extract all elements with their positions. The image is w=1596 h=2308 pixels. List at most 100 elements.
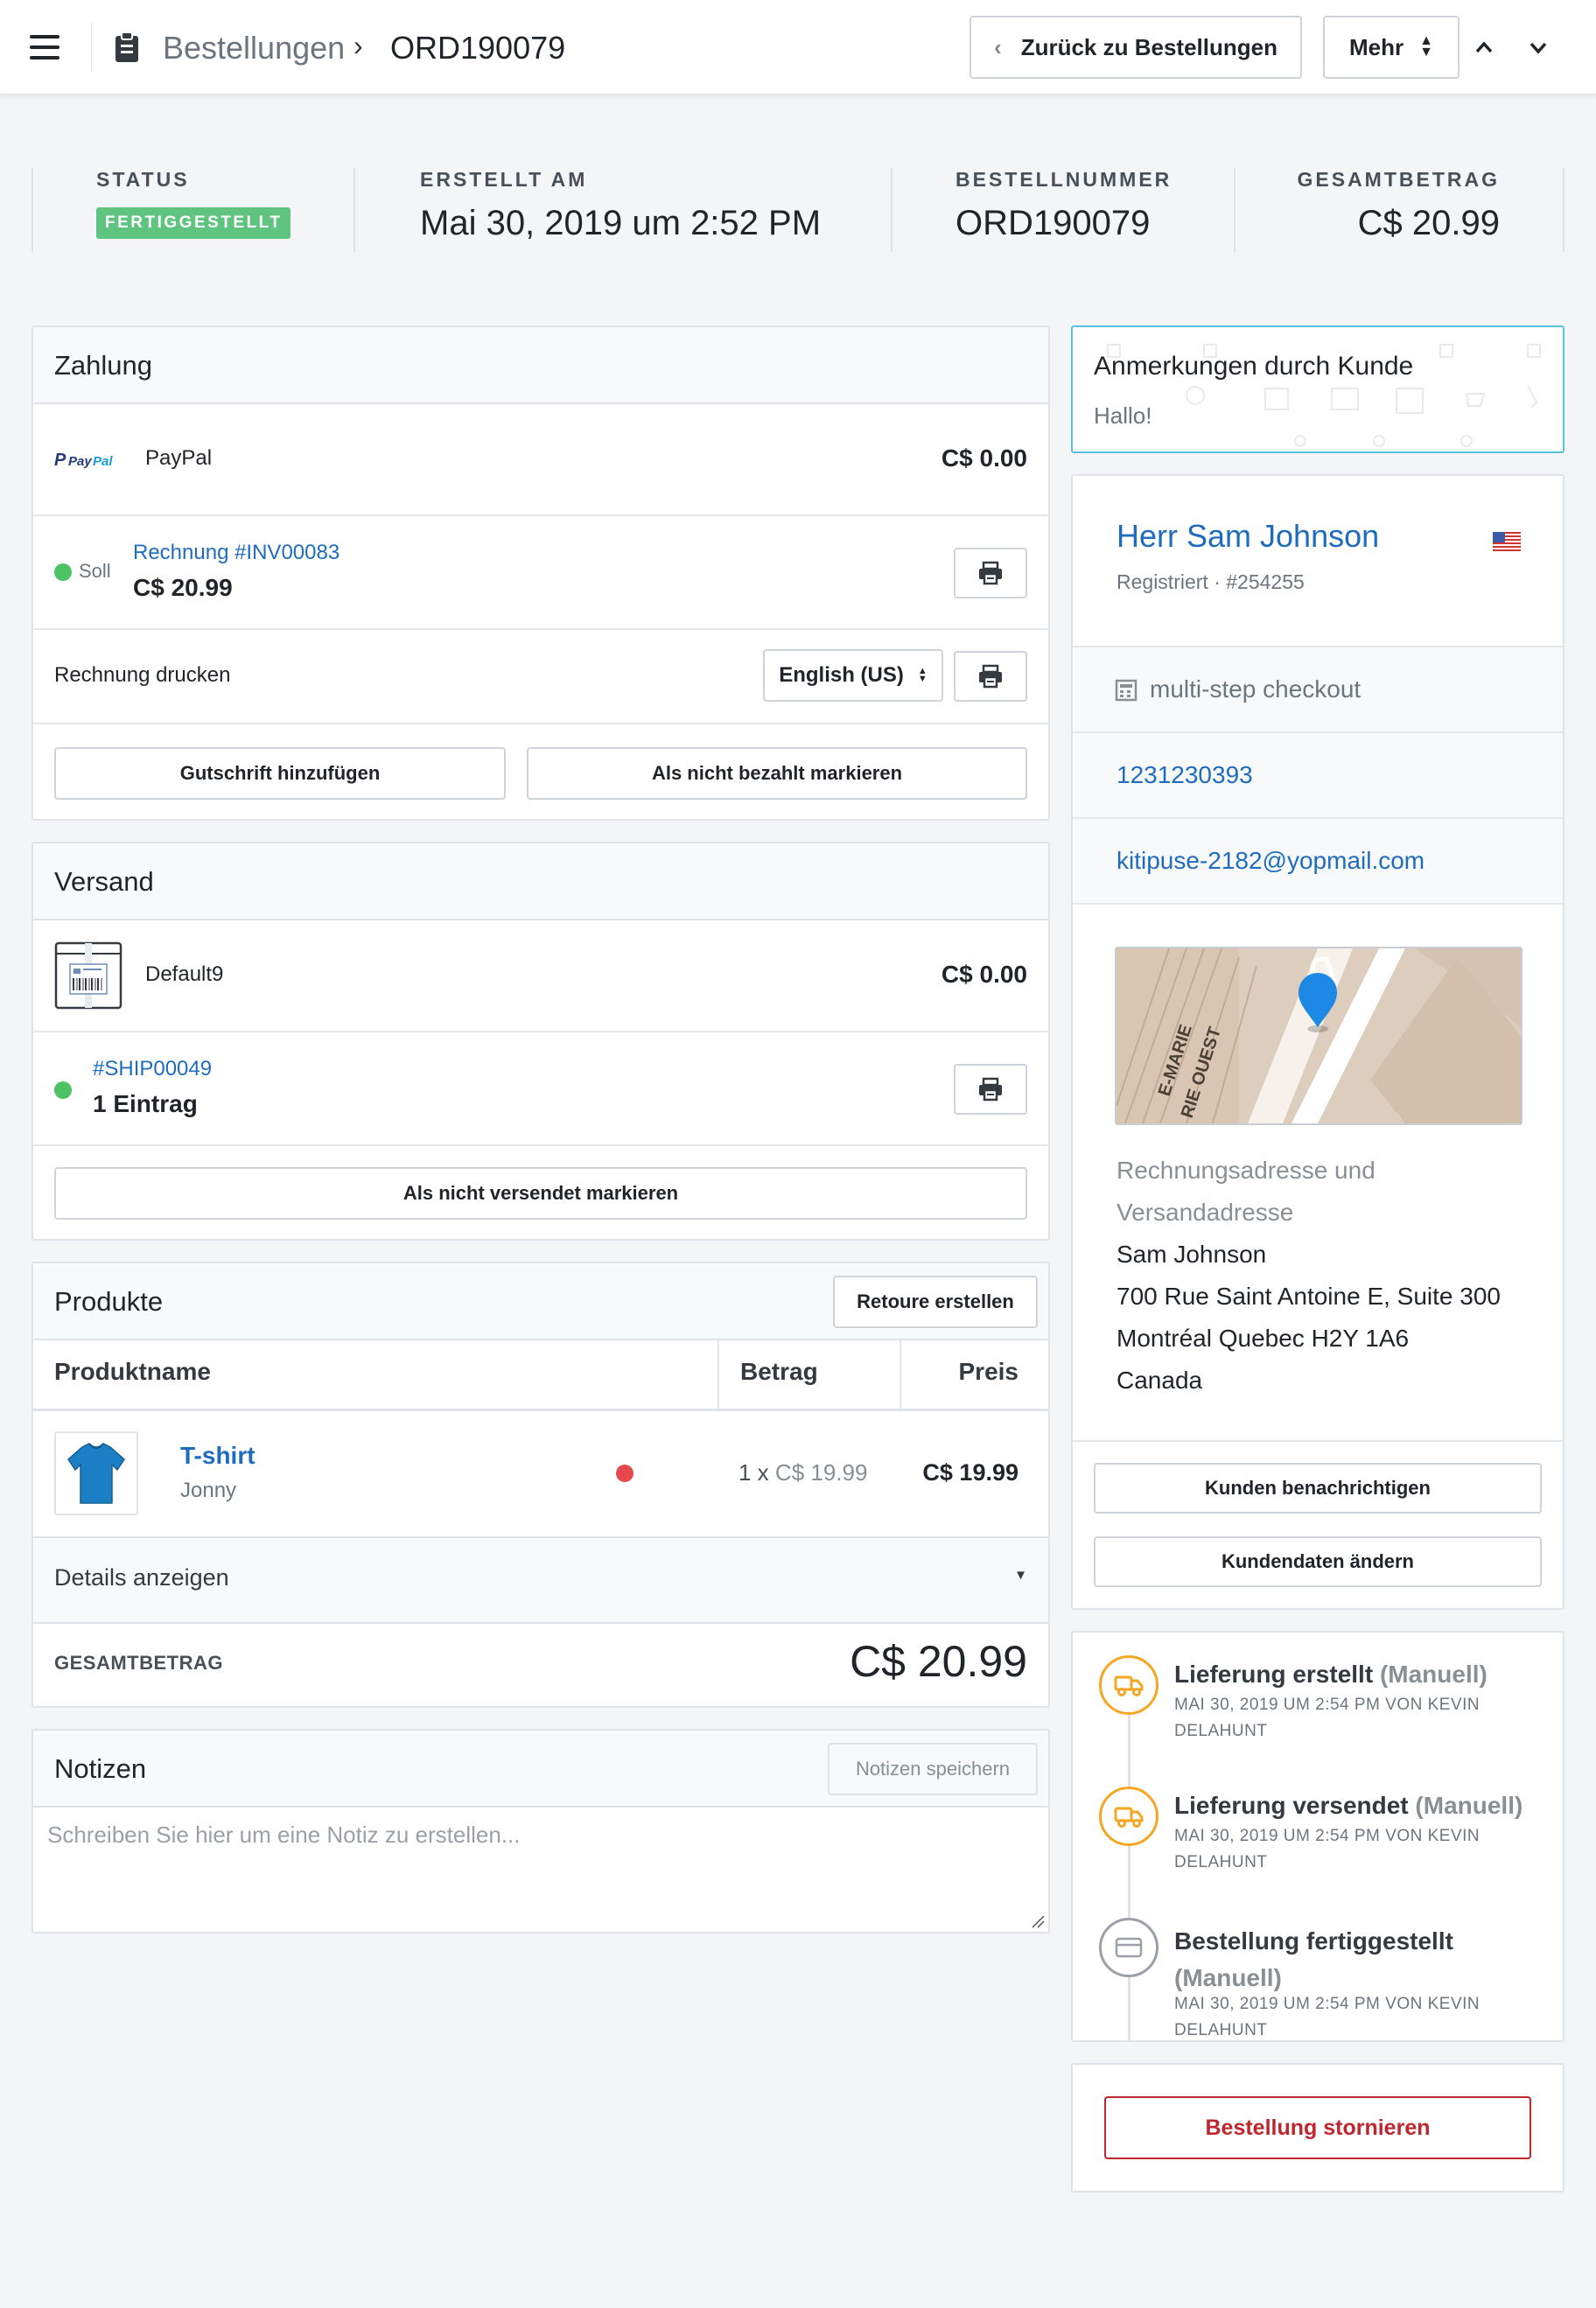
divider xyxy=(33,1409,1048,1411)
sort-arrows-icon: ▲ ▼ xyxy=(1419,33,1433,59)
customer-phone-link[interactable]: 1231230393 xyxy=(1116,761,1253,789)
divider xyxy=(33,514,1048,516)
language-select-value: English (US) xyxy=(779,663,904,687)
timeline-meta: MAI 30, 2019 UM 2:54 PM VON KEVIN DELAHU… xyxy=(1174,1827,1480,1871)
timeline-meta: MAI 30, 2019 UM 2:54 PM VON KEVIN DELAHU… xyxy=(1174,1995,1480,2039)
print-invoice-button[interactable] xyxy=(954,548,1027,598)
customer-card: Herr Sam Johnson Registriert · #254255 m… xyxy=(1071,474,1564,1610)
pattern-background xyxy=(1107,344,1541,447)
map-preview[interactable]: E-MARIE RIE OUEST xyxy=(1115,947,1522,1125)
checkout-type: multi-step checkout xyxy=(1150,675,1362,703)
invoice-link[interactable]: Rechnung #INV00083 xyxy=(133,541,340,565)
summary-status: STATUS FERTIGGESTELLT xyxy=(96,168,291,252)
printer-icon xyxy=(979,664,1002,689)
product-variant: Jonny xyxy=(180,1479,237,1502)
breadcrumb-parent[interactable]: Bestellungen xyxy=(163,30,345,66)
customer-email-link[interactable]: kitipuse-2182@yopmail.com xyxy=(1116,847,1424,875)
print-shipment-button[interactable] xyxy=(954,1064,1027,1115)
products-title: Produkte xyxy=(54,1286,164,1317)
products-card: Produkte Retoure erstellen Produktname B… xyxy=(32,1262,1050,1708)
save-notes-button[interactable]: Notizen speichern xyxy=(828,1743,1038,1795)
cancel-card: Bestellung stornieren xyxy=(1071,2063,1564,2193)
created-value: Mai 30, 2019 um 2:52 PM xyxy=(420,204,822,242)
mark-unshipped-button[interactable]: Als nicht versendet markieren xyxy=(54,1167,1027,1220)
status-label: STATUS xyxy=(96,168,190,191)
product-name-link[interactable]: T-shirt xyxy=(180,1442,256,1470)
back-button-label: Zurück zu Bestellungen xyxy=(1020,33,1278,60)
notes-placeholder: Schreiben Sie hier um eine Notiz zu erst… xyxy=(47,1822,521,1848)
svg-text:Pay: Pay xyxy=(68,454,92,469)
address-block: Rechnungsadresse und Versandadresse Sam … xyxy=(1116,1150,1501,1402)
invoice-status: Soll xyxy=(79,560,111,582)
notify-customer-button[interactable]: Kunden benachrichtigen xyxy=(1094,1463,1542,1514)
timeline-card: Lieferung erstellt (Manuell) MAI 30, 201… xyxy=(1071,1631,1564,2042)
breadcrumb-current: ORD190079 xyxy=(390,30,566,66)
order-number-value: ORD190079 xyxy=(956,204,1151,242)
more-button[interactable]: Mehr ▲ ▼ xyxy=(1323,16,1460,79)
total-label: GESAMTBETRAG xyxy=(1297,168,1500,191)
notes-textarea[interactable]: Schreiben Sie hier um eine Notiz zu erst… xyxy=(33,1808,1048,1932)
divider xyxy=(354,168,355,252)
product-unit-price: C$ 19.99 xyxy=(774,1459,868,1486)
address-line-1: 700 Rue Saint Antoine E, Suite 300 xyxy=(1116,1283,1501,1310)
chevron-up-icon[interactable] xyxy=(1466,31,1502,63)
payment-title: Zahlung xyxy=(54,350,153,381)
address-label-2: Versandadresse xyxy=(1116,1199,1294,1226)
timeline-event: Lieferung erstellt xyxy=(1174,1661,1374,1688)
caret-down-icon: ▼ xyxy=(1014,1568,1027,1583)
delivery-truck-icon xyxy=(1099,1787,1158,1846)
divider xyxy=(33,1031,1048,1032)
printer-icon xyxy=(979,561,1002,585)
menu-icon[interactable] xyxy=(30,35,60,59)
address-line-2: Montréal Quebec H2Y 1A6 xyxy=(1116,1325,1410,1352)
top-bar: Bestellungen › ORD190079 ‹ Zurück zu Bes… xyxy=(0,0,1596,94)
col-header-price: Preis xyxy=(958,1358,1019,1385)
divider xyxy=(33,628,1048,630)
shipping-card: Versand Default9 C$ 0.00 #SHIP00049 1 Ei… xyxy=(32,842,1050,1241)
shipping-header: Versand xyxy=(33,843,1048,920)
resize-handle-icon[interactable] xyxy=(1029,1913,1045,1928)
timeline-source: (Manuell) xyxy=(1415,1792,1523,1819)
timeline-title: Bestellung fertiggestellt (Manuell) xyxy=(1174,1923,1542,1997)
map-image: E-MARIE RIE OUEST xyxy=(1116,948,1521,1123)
shipping-method-name: Default9 xyxy=(145,962,224,986)
divider xyxy=(33,1622,1048,1624)
create-return-button[interactable]: Retoure erstellen xyxy=(833,1276,1038,1328)
product-qty: 1 x xyxy=(738,1459,769,1486)
cancel-order-button[interactable]: Bestellung stornieren xyxy=(1104,2096,1531,2159)
credit-card-icon xyxy=(1099,1918,1158,1977)
address-label-1: Rechnungsadresse und xyxy=(1116,1157,1376,1184)
payment-header: Zahlung xyxy=(33,327,1048,404)
more-button-label: Mehr xyxy=(1349,33,1404,60)
timeline-meta: MAI 30, 2019 UM 2:54 PM VON KEVIN DELAHU… xyxy=(1174,1696,1480,1740)
divider xyxy=(1073,1440,1563,1442)
timeline-line xyxy=(1128,1685,1130,2040)
back-to-orders-button[interactable]: ‹ Zurück zu Bestellungen xyxy=(970,16,1302,79)
order-number-label: BESTELLNUMMER xyxy=(956,168,1172,191)
breadcrumb-chevron-icon: › xyxy=(354,30,363,61)
print-invoice-label: Rechnung drucken xyxy=(54,663,231,687)
shipping-title: Versand xyxy=(54,866,154,897)
divider xyxy=(1234,168,1236,252)
timeline-event: Bestellung fertiggestellt xyxy=(1174,1927,1453,1955)
divider xyxy=(891,168,892,252)
add-credit-button[interactable]: Gutschrift hinzufügen xyxy=(54,747,506,800)
total-value: C$ 20.99 xyxy=(1357,204,1500,242)
notes-title: Notizen xyxy=(54,1753,147,1784)
summary-order-number: BESTELLNUMMER ORD190079 xyxy=(956,168,1172,252)
timeline-source: (Manuell) xyxy=(1174,1964,1282,1991)
shipment-link[interactable]: #SHIP00049 xyxy=(93,1057,212,1081)
mark-unpaid-button[interactable]: Als nicht bezahlt markieren xyxy=(527,747,1027,800)
details-toggle[interactable]: Details anzeigen ▼ xyxy=(33,1538,1048,1622)
divider xyxy=(718,1340,719,1410)
delivery-truck-icon xyxy=(1099,1655,1158,1715)
language-select[interactable]: English (US) ▲ ▼ xyxy=(763,649,943,702)
edit-customer-button[interactable]: Kundendaten ändern xyxy=(1094,1536,1542,1587)
chevron-down-icon[interactable] xyxy=(1521,31,1556,63)
col-header-name: Produktname xyxy=(54,1358,211,1385)
product-thumbnail[interactable] xyxy=(54,1431,138,1515)
summary-created: ERSTELLT AM Mai 30, 2019 um 2:52 PM xyxy=(420,168,821,252)
print-invoice-language-button[interactable] xyxy=(954,651,1027,702)
customer-name-link[interactable]: Herr Sam Johnson xyxy=(1116,518,1379,555)
summary-total: GESAMTBETRAG C$ 20.99 xyxy=(1298,168,1501,252)
